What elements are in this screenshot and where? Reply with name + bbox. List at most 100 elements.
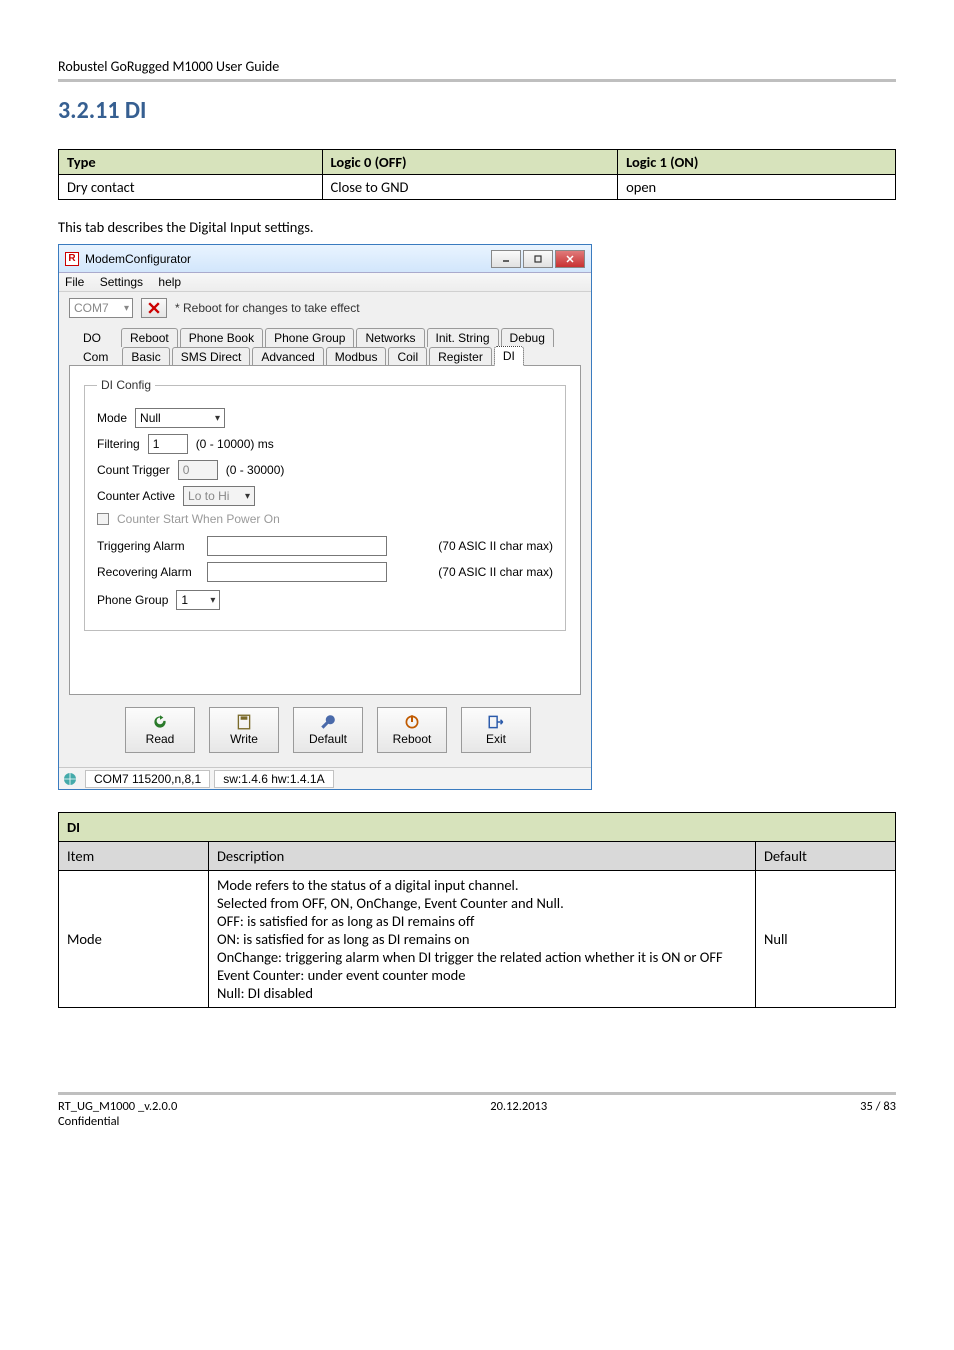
filtering-input[interactable]: 1 <box>148 434 188 454</box>
td-type: Dry contact <box>59 175 323 200</box>
filtering-units: (0 - 10000) ms <box>196 437 274 451</box>
recovering-alarm-input[interactable] <box>207 562 387 582</box>
th-logic0: Logic 0 (OFF) <box>322 150 618 175</box>
tab-sms-direct[interactable]: SMS Direct <box>172 347 251 366</box>
desc-line: Event Counter: under event counter mode <box>217 966 747 984</box>
tab-advanced[interactable]: Advanced <box>252 347 323 366</box>
di-description-table: DI Item Description Default Mode Mode re… <box>58 812 896 1008</box>
close-icon <box>148 302 160 314</box>
page-footer: RT_UG_M1000 _v.2.0.0 Confidential 20.12.… <box>58 1092 896 1129</box>
desc-line: ON: is satisfied for as long as DI remai… <box>217 930 747 948</box>
menu-settings[interactable]: Settings <box>100 275 143 289</box>
refresh-icon <box>151 714 169 730</box>
tab-com[interactable]: Com <box>77 348 114 366</box>
recovering-alarm-note: (70 ASIC II char max) <box>438 565 553 579</box>
counter-active-label: Counter Active <box>97 489 175 503</box>
power-icon <box>403 714 421 730</box>
tabs-row-1: DO Reboot Phone Book Phone Group Network… <box>69 328 581 347</box>
tab-register[interactable]: Register <box>429 347 492 366</box>
bottom-buttons: Read Write Default Reboot Exit <box>69 695 581 761</box>
tab-modbus[interactable]: Modbus <box>326 347 387 366</box>
exit-button[interactable]: Exit <box>461 707 531 753</box>
tab-debug[interactable]: Debug <box>501 328 554 347</box>
tab-basic[interactable]: Basic <box>122 347 169 366</box>
close-button[interactable] <box>555 250 585 268</box>
triggering-alarm-note: (70 ASIC II char max) <box>438 539 553 553</box>
default-button-label: Default <box>309 732 347 746</box>
tab-do[interactable]: DO <box>77 329 107 347</box>
desc-line: Mode refers to the status of a digital i… <box>217 876 747 894</box>
footer-left-2: Confidential <box>58 1114 177 1129</box>
counter-active-select[interactable]: Lo to Hi <box>183 486 255 506</box>
tab-di[interactable]: DI <box>494 346 524 366</box>
counter-start-checkbox[interactable] <box>97 513 109 525</box>
read-button[interactable]: Read <box>125 707 195 753</box>
col-default: Default <box>756 842 896 871</box>
di-item-cell: Mode <box>59 871 209 1008</box>
di-table-title: DI <box>59 813 896 842</box>
menubar: File Settings help <box>59 273 591 292</box>
desc-line: OFF: is satisfied for as long as DI rema… <box>217 912 747 930</box>
save-icon <box>235 714 253 730</box>
window-title: ModemConfigurator <box>85 252 491 266</box>
mode-select[interactable]: Null <box>135 408 225 428</box>
footer-left-1: RT_UG_M1000 _v.2.0.0 <box>58 1099 177 1114</box>
minimize-button[interactable] <box>491 250 521 268</box>
app-icon: R <box>65 252 79 266</box>
exit-button-label: Exit <box>486 732 506 746</box>
maximize-button[interactable] <box>523 250 553 268</box>
di-desc-cell: Mode refers to the status of a digital i… <box>209 871 756 1008</box>
exit-icon <box>487 714 505 730</box>
mode-label: Mode <box>97 411 127 425</box>
type-logic-table: Type Logic 0 (OFF) Logic 1 (ON) Dry cont… <box>58 149 896 200</box>
tab-panel-di: DI Config Mode Null Filtering 1 (0 - 100… <box>69 365 581 695</box>
write-button[interactable]: Write <box>209 707 279 753</box>
write-button-label: Write <box>230 732 258 746</box>
td-logic0: Close to GND <box>322 175 618 200</box>
th-type: Type <box>59 150 323 175</box>
phone-group-select[interactable]: 1 <box>176 590 220 610</box>
desc-line: Null: DI disabled <box>217 984 747 1002</box>
reboot-button[interactable]: Reboot <box>377 707 447 753</box>
td-logic1: open <box>618 175 896 200</box>
count-trigger-units: (0 - 30000) <box>226 463 285 477</box>
status-bar: COM7 115200,n,8,1 sw:1.4.6 hw:1.4.1A <box>59 767 591 789</box>
tabs-row-2: Com Basic SMS Direct Advanced Modbus Coi… <box>69 346 581 366</box>
di-default-cell: Null <box>756 871 896 1008</box>
counter-start-label: Counter Start When Power On <box>117 512 280 526</box>
tab-phone-group[interactable]: Phone Group <box>265 328 354 347</box>
globe-icon <box>63 772 77 786</box>
col-item: Item <box>59 842 209 871</box>
modem-configurator-window: R ModemConfigurator File Settings help C… <box>58 244 592 790</box>
col-description: Description <box>209 842 756 871</box>
count-trigger-label: Count Trigger <box>97 463 170 477</box>
footer-date: 20.12.2013 <box>177 1099 860 1129</box>
desc-line: OnChange: triggering alarm when DI trigg… <box>217 948 747 966</box>
filtering-label: Filtering <box>97 437 140 451</box>
th-logic1: Logic 1 (ON) <box>618 150 896 175</box>
count-trigger-input[interactable]: 0 <box>178 460 218 480</box>
reboot-note: * Reboot for changes to take effect <box>175 301 360 315</box>
di-config-group: DI Config Mode Null Filtering 1 (0 - 100… <box>84 378 566 631</box>
section-heading: 3.2.11 DI <box>58 96 896 125</box>
menu-help[interactable]: help <box>158 275 181 289</box>
triggering-alarm-input[interactable] <box>207 536 387 556</box>
disconnect-button[interactable] <box>141 298 167 318</box>
tab-init-string[interactable]: Init. String <box>427 328 499 347</box>
tab-reboot[interactable]: Reboot <box>121 328 178 347</box>
recovering-alarm-label: Recovering Alarm <box>97 565 199 579</box>
read-button-label: Read <box>146 732 175 746</box>
tab-networks[interactable]: Networks <box>356 328 424 347</box>
tab-phone-book[interactable]: Phone Book <box>180 328 263 347</box>
menu-file[interactable]: File <box>65 275 84 289</box>
phone-group-label: Phone Group <box>97 593 168 607</box>
status-com: COM7 115200,n,8,1 <box>85 770 210 788</box>
triggering-alarm-label: Triggering Alarm <box>97 539 199 553</box>
com-port-select[interactable]: COM7 <box>69 298 133 318</box>
tab-coil[interactable]: Coil <box>388 347 427 366</box>
di-config-legend: DI Config <box>97 378 155 392</box>
footer-page: 35 / 83 <box>860 1099 896 1129</box>
titlebar[interactable]: R ModemConfigurator <box>59 245 591 273</box>
desc-line: Selected from OFF, ON, OnChange, Event C… <box>217 894 747 912</box>
default-button[interactable]: Default <box>293 707 363 753</box>
